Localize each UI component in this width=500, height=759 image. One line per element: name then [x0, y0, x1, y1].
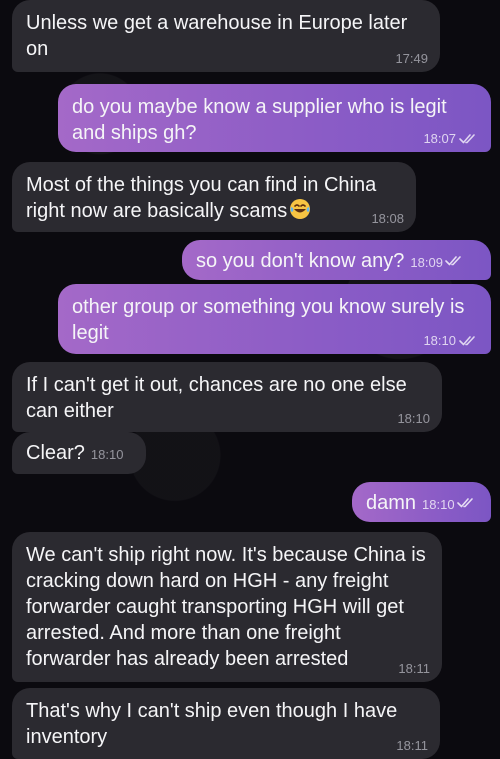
message-time: 18:11	[398, 661, 430, 676]
message-list[interactable]: Unless we get a warehouse in Europe late…	[0, 0, 500, 759]
message-text: We can't ship right now. It's because Ch…	[26, 544, 426, 670]
message-bubble-incoming[interactable]: Clear? 18:10	[12, 432, 146, 474]
double-check-icon	[459, 133, 479, 145]
message-text: so you don't know any? 18:09	[196, 248, 477, 276]
message-text: Unless we get a warehouse in Europe late…	[26, 12, 408, 60]
message-time: 18:09	[410, 255, 443, 270]
message-bubble-outgoing[interactable]: so you don't know any? 18:09	[182, 240, 491, 280]
message-bubble-incoming[interactable]: We can't ship right now. It's because Ch…	[12, 532, 442, 682]
message-bubble-incoming[interactable]: If I can't get it out, chances are no on…	[12, 362, 442, 432]
message-text: That's why I can't ship even though I ha…	[26, 700, 398, 748]
double-check-icon	[456, 497, 477, 509]
message-time: 17:49	[395, 51, 428, 66]
message-text: damn 18:10	[366, 490, 477, 518]
message-bubble-outgoing[interactable]: do you maybe know a supplier who is legi…	[58, 84, 491, 152]
double-check-icon	[445, 255, 465, 267]
laughing-tears-emoji-icon	[289, 198, 311, 220]
message-time: 18:10	[423, 333, 456, 348]
message-bubble-outgoing[interactable]: other group or something you know surely…	[58, 284, 491, 354]
message-time: 18:07	[423, 131, 456, 146]
message-text: If I can't get it out, chances are no on…	[26, 374, 407, 422]
double-check-icon	[459, 335, 479, 347]
message-text: do you maybe know a supplier who is legi…	[72, 96, 447, 144]
message-text: Clear? 18:10	[26, 442, 124, 464]
message-time: 18:10	[422, 497, 455, 512]
message-text: other group or something you know surely…	[72, 296, 465, 344]
message-bubble-incoming[interactable]: Most of the things you can find in China…	[12, 162, 416, 232]
message-time: 18:10	[397, 411, 430, 426]
message-time: 18:08	[371, 211, 404, 226]
message-bubble-incoming[interactable]: That's why I can't ship even though I ha…	[12, 688, 440, 759]
message-text: Most of the things you can find in China…	[26, 174, 377, 222]
message-time: 18:10	[90, 447, 124, 462]
message-time: 18:11	[396, 738, 428, 753]
message-bubble-outgoing[interactable]: damn 18:10	[352, 482, 491, 522]
message-bubble-incoming[interactable]: Unless we get a warehouse in Europe late…	[12, 0, 440, 72]
